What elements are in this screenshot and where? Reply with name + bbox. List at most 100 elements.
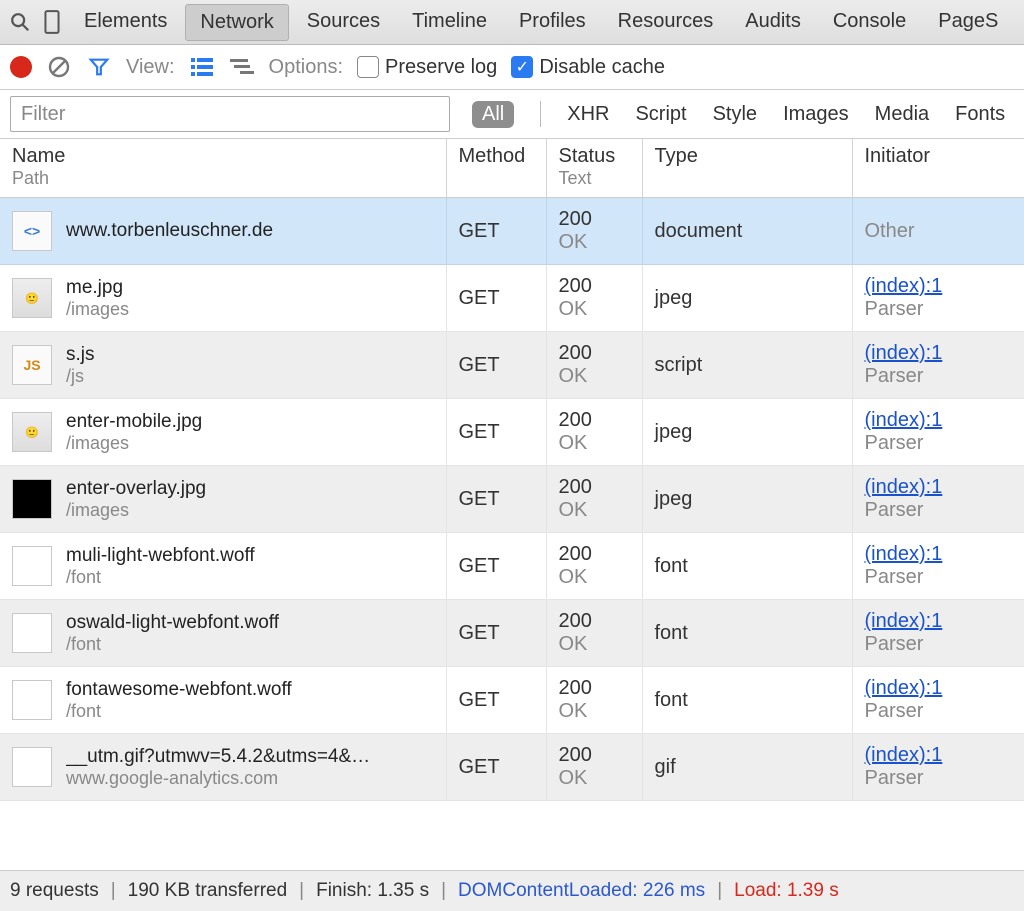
preserve-log-checkbox[interactable]: Preserve log bbox=[357, 56, 497, 79]
status-text: OK bbox=[559, 499, 630, 522]
col-status[interactable]: Status Text bbox=[546, 139, 642, 198]
status-text: OK bbox=[559, 298, 630, 321]
method-cell: GET bbox=[446, 667, 546, 734]
device-icon[interactable] bbox=[38, 8, 66, 36]
resource-path: /js bbox=[66, 366, 95, 387]
status-transferred: 190 KB transferred bbox=[128, 880, 287, 902]
view-waterfall-icon[interactable] bbox=[229, 54, 255, 80]
tab-pages[interactable]: PageS bbox=[924, 4, 1012, 41]
type-cell: jpeg bbox=[642, 466, 852, 533]
col-name[interactable]: Name Path bbox=[0, 139, 446, 198]
tab-sources[interactable]: Sources bbox=[293, 4, 394, 41]
status-load: Load: 1.39 s bbox=[734, 880, 839, 902]
tab-resources[interactable]: Resources bbox=[604, 4, 728, 41]
filter-tab-style[interactable]: Style bbox=[713, 103, 757, 126]
resource-name: www.torbenleuschner.de bbox=[66, 220, 273, 242]
resource-name: me.jpg bbox=[66, 277, 129, 299]
tab-console[interactable]: Console bbox=[819, 4, 920, 41]
type-cell: script bbox=[642, 332, 852, 399]
status-code: 200 bbox=[559, 409, 630, 432]
initiator-link[interactable]: (index):1 bbox=[865, 476, 1012, 499]
tab-network[interactable]: Network bbox=[185, 4, 288, 41]
search-icon[interactable] bbox=[6, 8, 34, 36]
network-row[interactable]: 🙂me.jpg/imagesGET200OKjpeg(index):1Parse… bbox=[0, 265, 1024, 332]
status-text: OK bbox=[559, 365, 630, 388]
tab-audits[interactable]: Audits bbox=[731, 4, 815, 41]
resource-name: s.js bbox=[66, 344, 95, 366]
initiator-link[interactable]: (index):1 bbox=[865, 543, 1012, 566]
network-row[interactable]: muli-light-webfont.woff/fontGET200OKfont… bbox=[0, 533, 1024, 600]
resource-path: /images bbox=[66, 299, 129, 320]
initiator-link[interactable]: (index):1 bbox=[865, 409, 1012, 432]
resource-thumb-icon: 🙂 bbox=[12, 412, 52, 452]
tab-elements[interactable]: Elements bbox=[70, 4, 181, 41]
resource-thumb-icon: <> bbox=[12, 211, 52, 251]
filter-tab-fonts[interactable]: Fonts bbox=[955, 103, 1005, 126]
initiator-link[interactable]: (index):1 bbox=[865, 275, 1012, 298]
filter-input[interactable] bbox=[10, 96, 450, 132]
status-code: 200 bbox=[559, 610, 630, 633]
resource-thumb-icon bbox=[12, 680, 52, 720]
resource-name: __utm.gif?utmwv=5.4.2&utms=4&… bbox=[66, 746, 370, 768]
tab-profiles[interactable]: Profiles bbox=[505, 4, 600, 41]
status-text: OK bbox=[559, 767, 630, 790]
method-cell: GET bbox=[446, 198, 546, 265]
filter-tab-xhr[interactable]: XHR bbox=[567, 103, 609, 126]
col-type[interactable]: Type bbox=[642, 139, 852, 198]
initiator-link[interactable]: (index):1 bbox=[865, 744, 1012, 767]
status-text: OK bbox=[559, 700, 630, 723]
view-label: View: bbox=[126, 56, 175, 79]
method-cell: GET bbox=[446, 332, 546, 399]
type-cell: jpeg bbox=[642, 399, 852, 466]
status-text: OK bbox=[559, 231, 630, 254]
resource-thumb-icon bbox=[12, 747, 52, 787]
resource-thumb-icon: 🙂 bbox=[12, 278, 52, 318]
status-requests: 9 requests bbox=[10, 880, 99, 902]
method-cell: GET bbox=[446, 399, 546, 466]
network-row[interactable]: JSs.js/jsGET200OKscript(index):1Parser bbox=[0, 332, 1024, 399]
view-list-icon[interactable] bbox=[189, 54, 215, 80]
tab-timeline[interactable]: Timeline bbox=[398, 4, 501, 41]
filter-tab-script[interactable]: Script bbox=[635, 103, 686, 126]
status-code: 200 bbox=[559, 543, 630, 566]
col-initiator[interactable]: Initiator bbox=[852, 139, 1024, 198]
network-row[interactable]: <>www.torbenleuschner.deGET200OKdocument… bbox=[0, 198, 1024, 265]
filter-tab-all[interactable]: All bbox=[472, 101, 514, 128]
network-row[interactable]: enter-overlay.jpg/imagesGET200OKjpeg(ind… bbox=[0, 466, 1024, 533]
resource-thumb-icon: JS bbox=[12, 345, 52, 385]
type-cell: gif bbox=[642, 734, 852, 801]
type-cell: font bbox=[642, 600, 852, 667]
record-button[interactable] bbox=[10, 56, 32, 78]
status-domcontentloaded: DOMContentLoaded: 226 ms bbox=[458, 880, 705, 902]
network-row[interactable]: __utm.gif?utmwv=5.4.2&utms=4&…www.google… bbox=[0, 734, 1024, 801]
resource-name: oswald-light-webfont.woff bbox=[66, 612, 279, 634]
resource-path: www.google-analytics.com bbox=[66, 768, 370, 789]
preserve-log-label: Preserve log bbox=[385, 56, 497, 79]
initiator-link[interactable]: (index):1 bbox=[865, 677, 1012, 700]
clear-icon[interactable] bbox=[46, 54, 72, 80]
devtools-tabstrip: ElementsNetworkSourcesTimelineProfilesRe… bbox=[0, 0, 1024, 45]
resource-thumb-icon bbox=[12, 479, 52, 519]
col-method[interactable]: Method bbox=[446, 139, 546, 198]
status-code: 200 bbox=[559, 476, 630, 499]
filter-icon[interactable] bbox=[86, 54, 112, 80]
filter-tab-media[interactable]: Media bbox=[875, 103, 929, 126]
status-bar: 9 requests | 190 KB transferred | Finish… bbox=[0, 870, 1024, 911]
resource-path: /font bbox=[66, 634, 279, 655]
network-row[interactable]: fontawesome-webfont.woff/fontGET200OKfon… bbox=[0, 667, 1024, 734]
disable-cache-checkbox[interactable]: ✓ Disable cache bbox=[511, 56, 665, 79]
network-row[interactable]: oswald-light-webfont.woff/fontGET200OKfo… bbox=[0, 600, 1024, 667]
network-row[interactable]: 🙂enter-mobile.jpg/imagesGET200OKjpeg(ind… bbox=[0, 399, 1024, 466]
status-code: 200 bbox=[559, 677, 630, 700]
resource-thumb-icon bbox=[12, 613, 52, 653]
initiator-link[interactable]: (index):1 bbox=[865, 610, 1012, 633]
status-code: 200 bbox=[559, 744, 630, 767]
method-cell: GET bbox=[446, 265, 546, 332]
resource-path: /font bbox=[66, 567, 255, 588]
initiator-link[interactable]: (index):1 bbox=[865, 342, 1012, 365]
resource-name: enter-overlay.jpg bbox=[66, 478, 206, 500]
status-text: OK bbox=[559, 566, 630, 589]
resource-path: /images bbox=[66, 433, 202, 454]
filter-tab-images[interactable]: Images bbox=[783, 103, 849, 126]
status-code: 200 bbox=[559, 208, 630, 231]
